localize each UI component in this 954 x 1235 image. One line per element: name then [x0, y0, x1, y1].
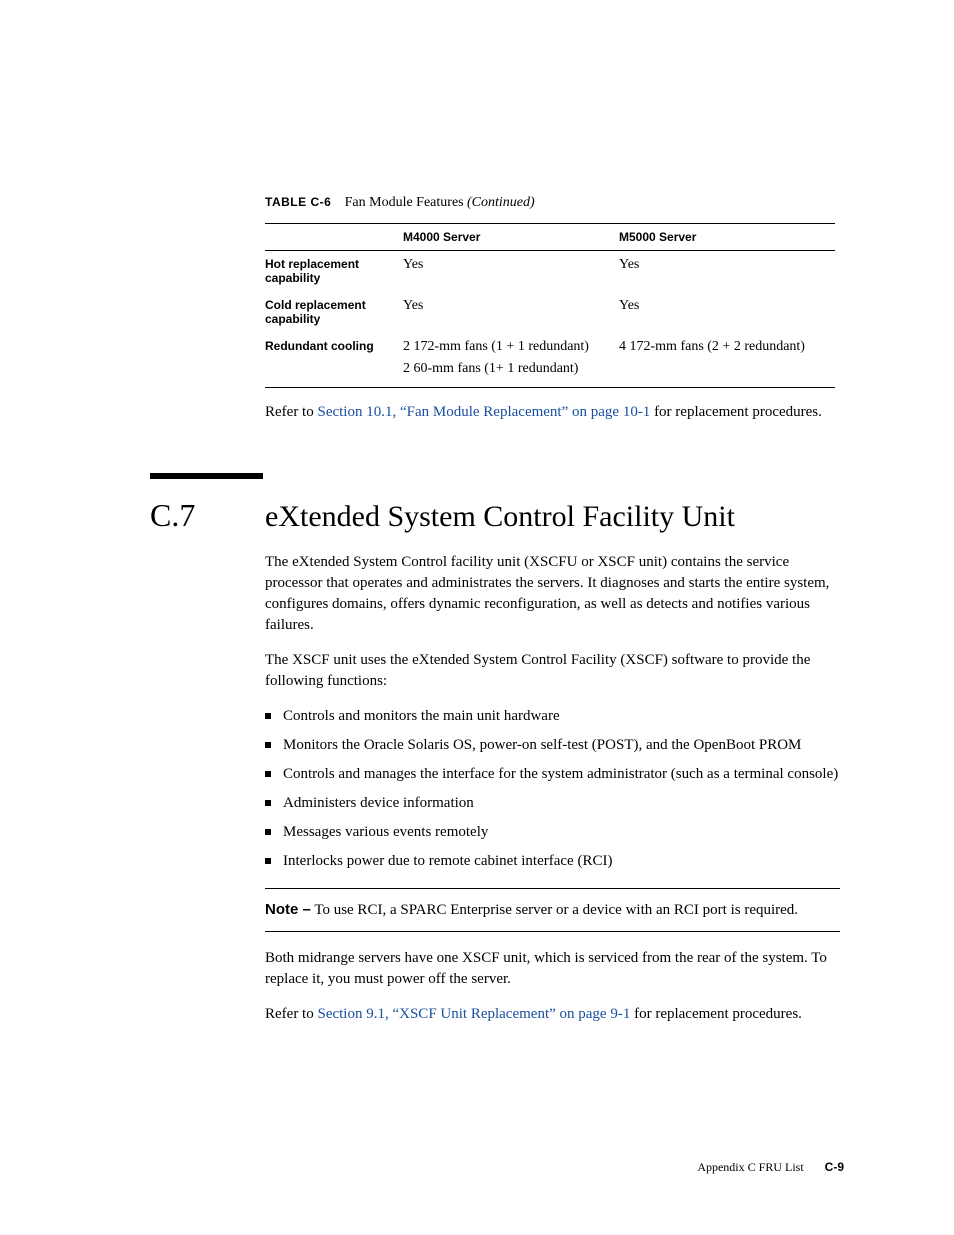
list-item: Monitors the Oracle Solaris OS, power-on…	[265, 735, 840, 756]
table-caption: TABLE C-6 Fan Module Features (Continued…	[265, 195, 844, 211]
section-title: eXtended System Control Facility Unit	[265, 500, 735, 534]
cell: Yes	[403, 251, 619, 292]
section-number: C.7	[150, 497, 265, 534]
table-row: Cold replacement capability Yes Yes	[265, 292, 835, 333]
cell: Yes	[403, 292, 619, 333]
xref-link[interactable]: Section 9.1, “XSCF Unit Replacement” on …	[317, 1006, 630, 1022]
col-blank	[265, 224, 403, 251]
table-title: Fan Module Features	[345, 195, 464, 210]
table-label: TABLE C-6	[265, 195, 331, 209]
note-label: Note –	[265, 901, 311, 918]
cell: Yes	[619, 251, 835, 292]
note-box: Note – To use RCI, a SPARC Enterprise se…	[265, 888, 840, 932]
text: for replacement procedures.	[650, 404, 822, 420]
note-text: To use RCI, a SPARC Enterprise server or…	[311, 902, 798, 918]
table-row: Redundant cooling 2 172-mm fans (1 + 1 r…	[265, 333, 835, 388]
text: for replacement procedures.	[630, 1006, 802, 1022]
intro-para: The eXtended System Control facility uni…	[265, 552, 840, 636]
row-label: Redundant cooling	[265, 333, 403, 388]
footer-appendix: Appendix C FRU List	[697, 1160, 803, 1174]
xref-link[interactable]: Section 10.1, “Fan Module Replacement” o…	[317, 404, 650, 420]
list-item: Interlocks power due to remote cabinet i…	[265, 851, 840, 872]
section-heading: C.7 eXtended System Control Facility Uni…	[150, 497, 844, 534]
list-item: Controls and manages the interface for t…	[265, 764, 840, 785]
row-label: Cold replacement capability	[265, 292, 403, 333]
bullet-list: Controls and monitors the main unit hard…	[265, 706, 840, 872]
cell-line: 2 60-mm fans (1+ 1 redundant)	[403, 361, 611, 377]
cell: 2 172-mm fans (1 + 1 redundant) 2 60-mm …	[403, 333, 619, 388]
list-item: Administers device information	[265, 793, 840, 814]
refer-para-9: Refer to Section 9.1, “XSCF Unit Replace…	[265, 1004, 840, 1025]
footer-pagenum: C-9	[825, 1160, 844, 1174]
list-item: Messages various events remotely	[265, 822, 840, 843]
text: Refer to	[265, 1006, 317, 1022]
text: Refer to	[265, 404, 317, 420]
col-m5000: M5000 Server	[619, 224, 835, 251]
cell: Yes	[619, 292, 835, 333]
section-rule	[150, 473, 263, 479]
cell: 4 172-mm fans (2 + 2 redundant)	[619, 333, 835, 388]
both-para: Both midrange servers have one XSCF unit…	[265, 948, 840, 990]
feature-table: M4000 Server M5000 Server Hot replacemen…	[265, 223, 835, 388]
table-row: Hot replacement capability Yes Yes	[265, 251, 835, 292]
refer-para-10: Refer to Section 10.1, “Fan Module Repla…	[265, 402, 840, 423]
cell-line: 2 172-mm fans (1 + 1 redundant)	[403, 339, 611, 355]
table-continued: (Continued)	[467, 195, 535, 210]
col-m4000: M4000 Server	[403, 224, 619, 251]
func-para: The XSCF unit uses the eXtended System C…	[265, 650, 840, 692]
page-footer: Appendix C FRU List C-9	[697, 1160, 844, 1175]
list-item: Controls and monitors the main unit hard…	[265, 706, 840, 727]
row-label: Hot replacement capability	[265, 251, 403, 292]
